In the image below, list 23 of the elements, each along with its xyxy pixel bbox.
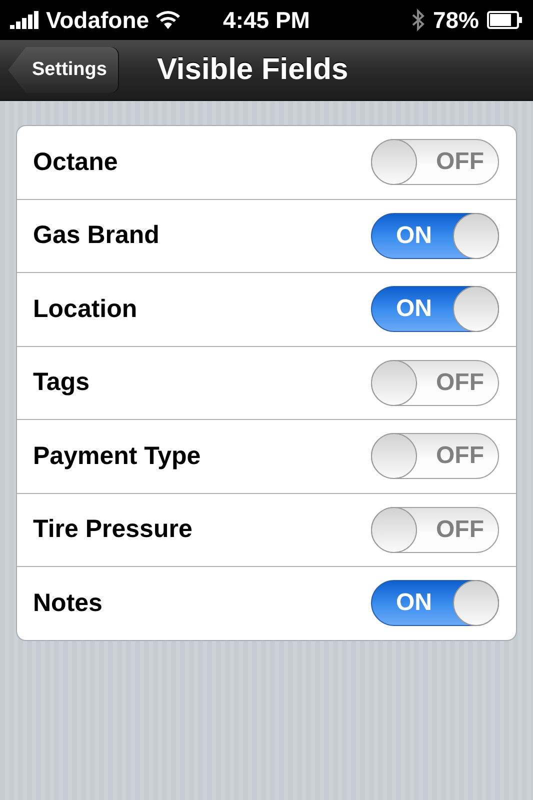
- field-label: Tags: [33, 368, 90, 398]
- battery-icon: [487, 11, 523, 29]
- toggle-switch[interactable]: OFF: [371, 360, 499, 406]
- field-label: Tire Pressure: [33, 515, 192, 544]
- toggle-switch[interactable]: OFF: [371, 139, 499, 186]
- carrier-name: Vodafone: [46, 6, 150, 34]
- status-time: 4:45 PM: [223, 6, 310, 34]
- bluetooth-icon: [410, 8, 425, 32]
- field-label: Location: [33, 294, 138, 324]
- field-label: Gas Brand: [33, 221, 160, 250]
- field-label: Payment Type: [33, 442, 201, 471]
- toggle-switch[interactable]: ON: [371, 286, 499, 332]
- back-button[interactable]: Settings: [8, 47, 119, 93]
- toggle-switch[interactable]: OFF: [371, 433, 499, 480]
- toggle-switch[interactable]: ON: [371, 580, 499, 626]
- toggle-switch[interactable]: ON: [371, 212, 499, 259]
- wifi-icon: [155, 10, 182, 30]
- nav-title: Visible Fields: [156, 53, 348, 87]
- field-label: Notes: [33, 588, 102, 618]
- toggle-switch[interactable]: OFF: [371, 506, 499, 553]
- field-label: Octane: [33, 148, 118, 177]
- signal-icon: [10, 11, 40, 29]
- battery-percent: 78%: [432, 6, 479, 34]
